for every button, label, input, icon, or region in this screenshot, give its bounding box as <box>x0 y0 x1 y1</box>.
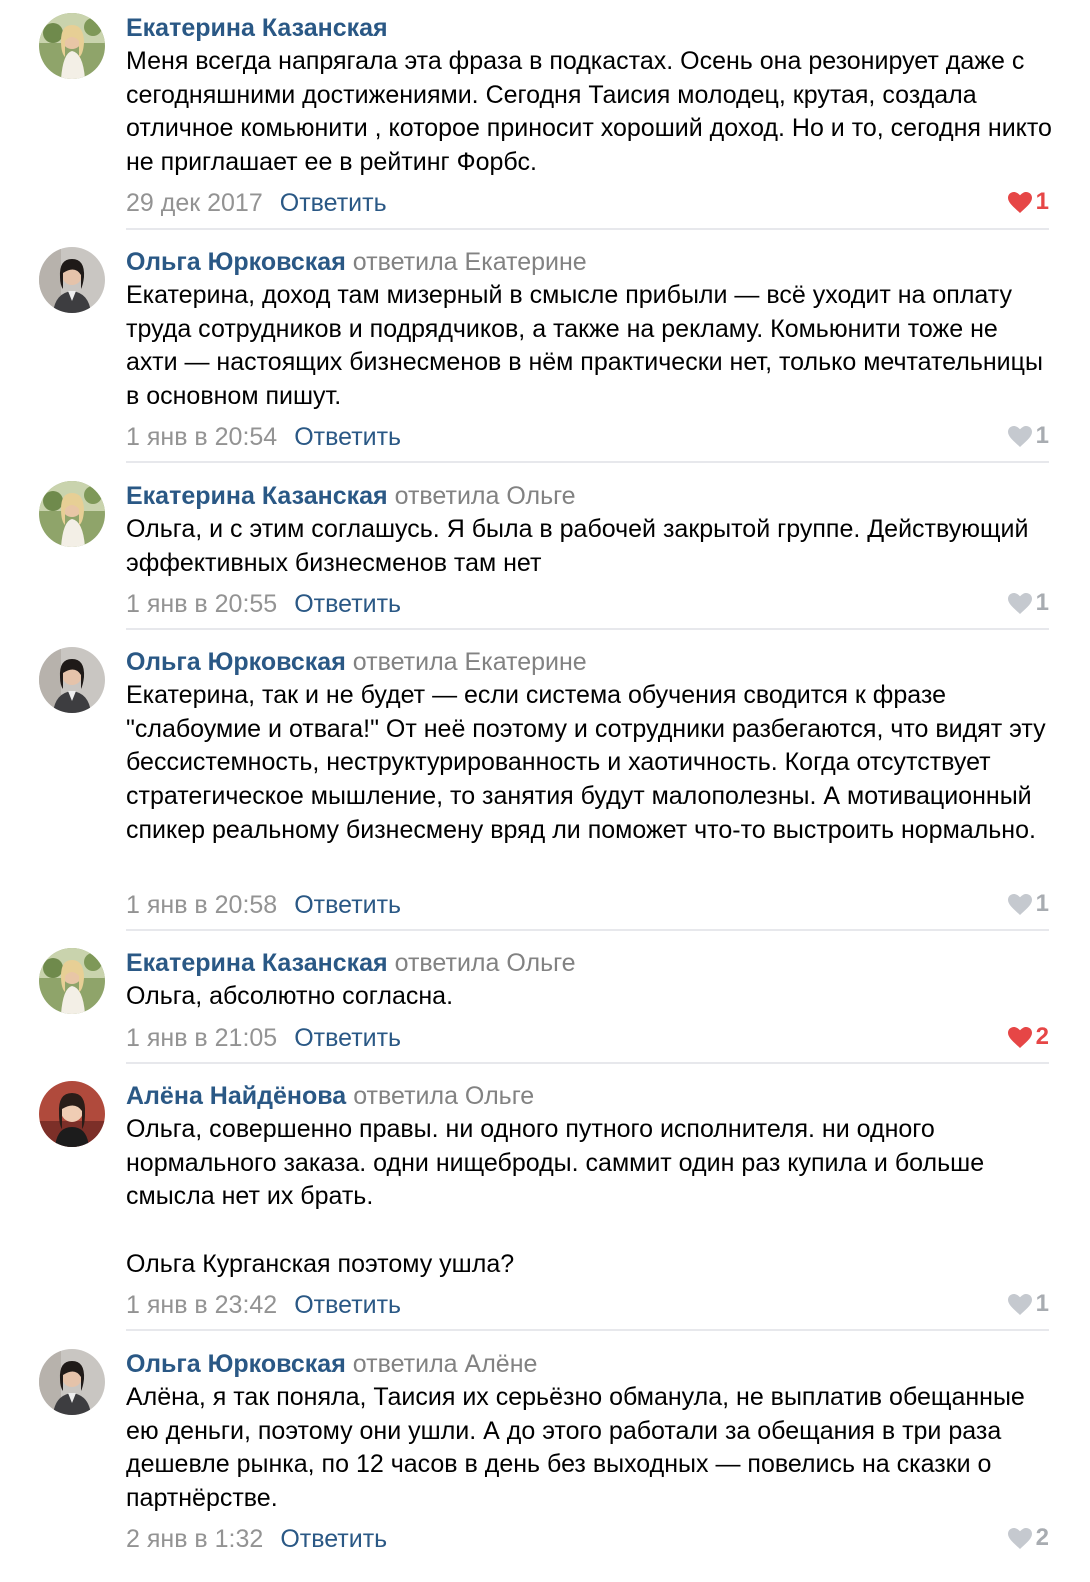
reply-button[interactable]: Ответить <box>280 1525 387 1553</box>
comment-text: Меня всегда напрягала эта фраза в подкас… <box>126 47 1059 177</box>
divider <box>126 461 1049 463</box>
avatar-olga-image <box>39 647 105 713</box>
heart-icon <box>1007 893 1032 915</box>
comment-text: Ольга, абсолютно согласна. <box>126 982 454 1010</box>
like-count: 1 <box>1035 422 1049 449</box>
comment-text: Алёна, я так поняла, Таисия их серьёзно … <box>126 1383 1032 1513</box>
like-count: 1 <box>1035 1290 1049 1317</box>
like-count: 2 <box>1035 1524 1049 1551</box>
like-count: 1 <box>1035 188 1049 215</box>
reply-button[interactable]: Ответить <box>294 891 401 919</box>
like-button[interactable]: 1 <box>1007 586 1049 620</box>
like-button[interactable]: 2 <box>1007 1020 1049 1054</box>
reply-to-label[interactable]: ответила Ольге <box>395 949 576 977</box>
avatar[interactable] <box>39 13 105 79</box>
author-name[interactable]: Екатерина Казанская <box>126 949 388 977</box>
avatar[interactable] <box>39 948 105 1014</box>
like-button[interactable]: 1 <box>1007 887 1049 921</box>
like-button[interactable]: 1 <box>1007 185 1049 219</box>
avatar-ekaterina-image <box>39 13 105 79</box>
like-count: 1 <box>1035 589 1049 616</box>
reply-to-label[interactable]: ответила Екатерине <box>353 248 587 276</box>
avatar-olga-image <box>39 247 105 313</box>
divider <box>126 228 1049 230</box>
author-name[interactable]: Ольга Юрковская <box>126 1350 346 1378</box>
comment-header: Екатерина Казанская <box>126 11 388 45</box>
avatar[interactable] <box>39 481 105 547</box>
comment-meta: 1 янв в 20:54 Ответить <box>126 420 401 454</box>
divider <box>126 929 1049 931</box>
reply-to-label[interactable]: ответила Ольге <box>353 1082 534 1110</box>
heart-icon <box>1007 1527 1032 1549</box>
comment-text: Екатерина, так и не будет — если система… <box>126 681 1053 844</box>
reply-button[interactable]: Ответить <box>280 189 387 217</box>
like-count: 2 <box>1035 1023 1049 1050</box>
author-name[interactable]: Ольга Юрковская <box>126 248 346 276</box>
comment-date[interactable]: 2 янв в 1:32 <box>126 1525 263 1553</box>
comment-meta: 1 янв в 20:55 Ответить <box>126 587 401 621</box>
divider <box>126 628 1049 630</box>
comment-date[interactable]: 1 янв в 20:55 <box>126 590 277 618</box>
heart-icon <box>1007 191 1032 213</box>
heart-icon <box>1007 1293 1032 1315</box>
comment-text: Ольга, и с этим соглашусь. Я была в рабо… <box>126 515 1036 577</box>
comment-meta: 1 янв в 20:58 Ответить <box>126 888 401 922</box>
comment-header: Ольга Юрковская ответила Екатерине <box>126 645 587 679</box>
avatar[interactable] <box>39 247 105 313</box>
divider <box>126 1329 1049 1331</box>
comment-header: Екатерина Казанская ответила Ольге <box>126 479 576 513</box>
comment-header: Алёна Найдёнова ответила Ольге <box>126 1079 534 1113</box>
reply-to-label[interactable]: ответила Ольге <box>395 482 576 510</box>
reply-button[interactable]: Ответить <box>294 423 401 451</box>
comment-date[interactable]: 1 янв в 20:54 <box>126 423 277 451</box>
divider <box>126 1062 1049 1064</box>
comment-meta: 29 дек 2017 Ответить <box>126 186 387 220</box>
heart-icon <box>1007 1026 1032 1048</box>
reply-button[interactable]: Ответить <box>294 1291 401 1319</box>
reply-button[interactable]: Ответить <box>294 1024 401 1052</box>
comment-date[interactable]: 1 янв в 23:42 <box>126 1291 277 1319</box>
author-name[interactable]: Ольга Юрковская <box>126 648 346 676</box>
avatar-ekaterina-image <box>39 948 105 1014</box>
like-button[interactable]: 1 <box>1007 1287 1049 1321</box>
comment-text: Екатерина, доход там мизерный в смысле п… <box>126 281 1050 411</box>
comment-meta: 2 янв в 1:32 Ответить <box>126 1522 387 1556</box>
heart-icon <box>1007 592 1032 614</box>
author-name[interactable]: Екатерина Казанская <box>126 14 388 42</box>
avatar[interactable] <box>39 1349 105 1415</box>
comment-header: Екатерина Казанская ответила Ольге <box>126 946 576 980</box>
author-name[interactable]: Екатерина Казанская <box>126 482 388 510</box>
like-button[interactable]: 1 <box>1007 419 1049 453</box>
like-button[interactable]: 2 <box>1007 1521 1049 1555</box>
like-count: 1 <box>1035 890 1049 917</box>
comment-date[interactable]: 29 дек 2017 <box>126 189 263 217</box>
reply-button[interactable]: Ответить <box>294 590 401 618</box>
reply-to-label[interactable]: ответила Алёне <box>353 1350 538 1378</box>
comment-meta: 1 янв в 21:05 Ответить <box>126 1021 401 1055</box>
avatar[interactable] <box>39 647 105 713</box>
comment-date[interactable]: 1 янв в 20:58 <box>126 891 277 919</box>
comment-text: Ольга, совершенно правы. ни одного путно… <box>126 1115 985 1278</box>
avatar-alena-image <box>39 1081 105 1147</box>
avatar[interactable] <box>39 1081 105 1147</box>
avatar-ekaterina-image <box>39 481 105 547</box>
comment-date[interactable]: 1 янв в 21:05 <box>126 1024 277 1052</box>
comment-meta: 1 янв в 23:42 Ответить <box>126 1288 401 1322</box>
comment-header: Ольга Юрковская ответила Алёне <box>126 1347 537 1381</box>
avatar-olga-image <box>39 1349 105 1415</box>
author-name[interactable]: Алёна Найдёнова <box>126 1082 346 1110</box>
comment-header: Ольга Юрковская ответила Екатерине <box>126 245 587 279</box>
reply-to-label[interactable]: ответила Екатерине <box>353 648 587 676</box>
heart-icon <box>1007 425 1032 447</box>
